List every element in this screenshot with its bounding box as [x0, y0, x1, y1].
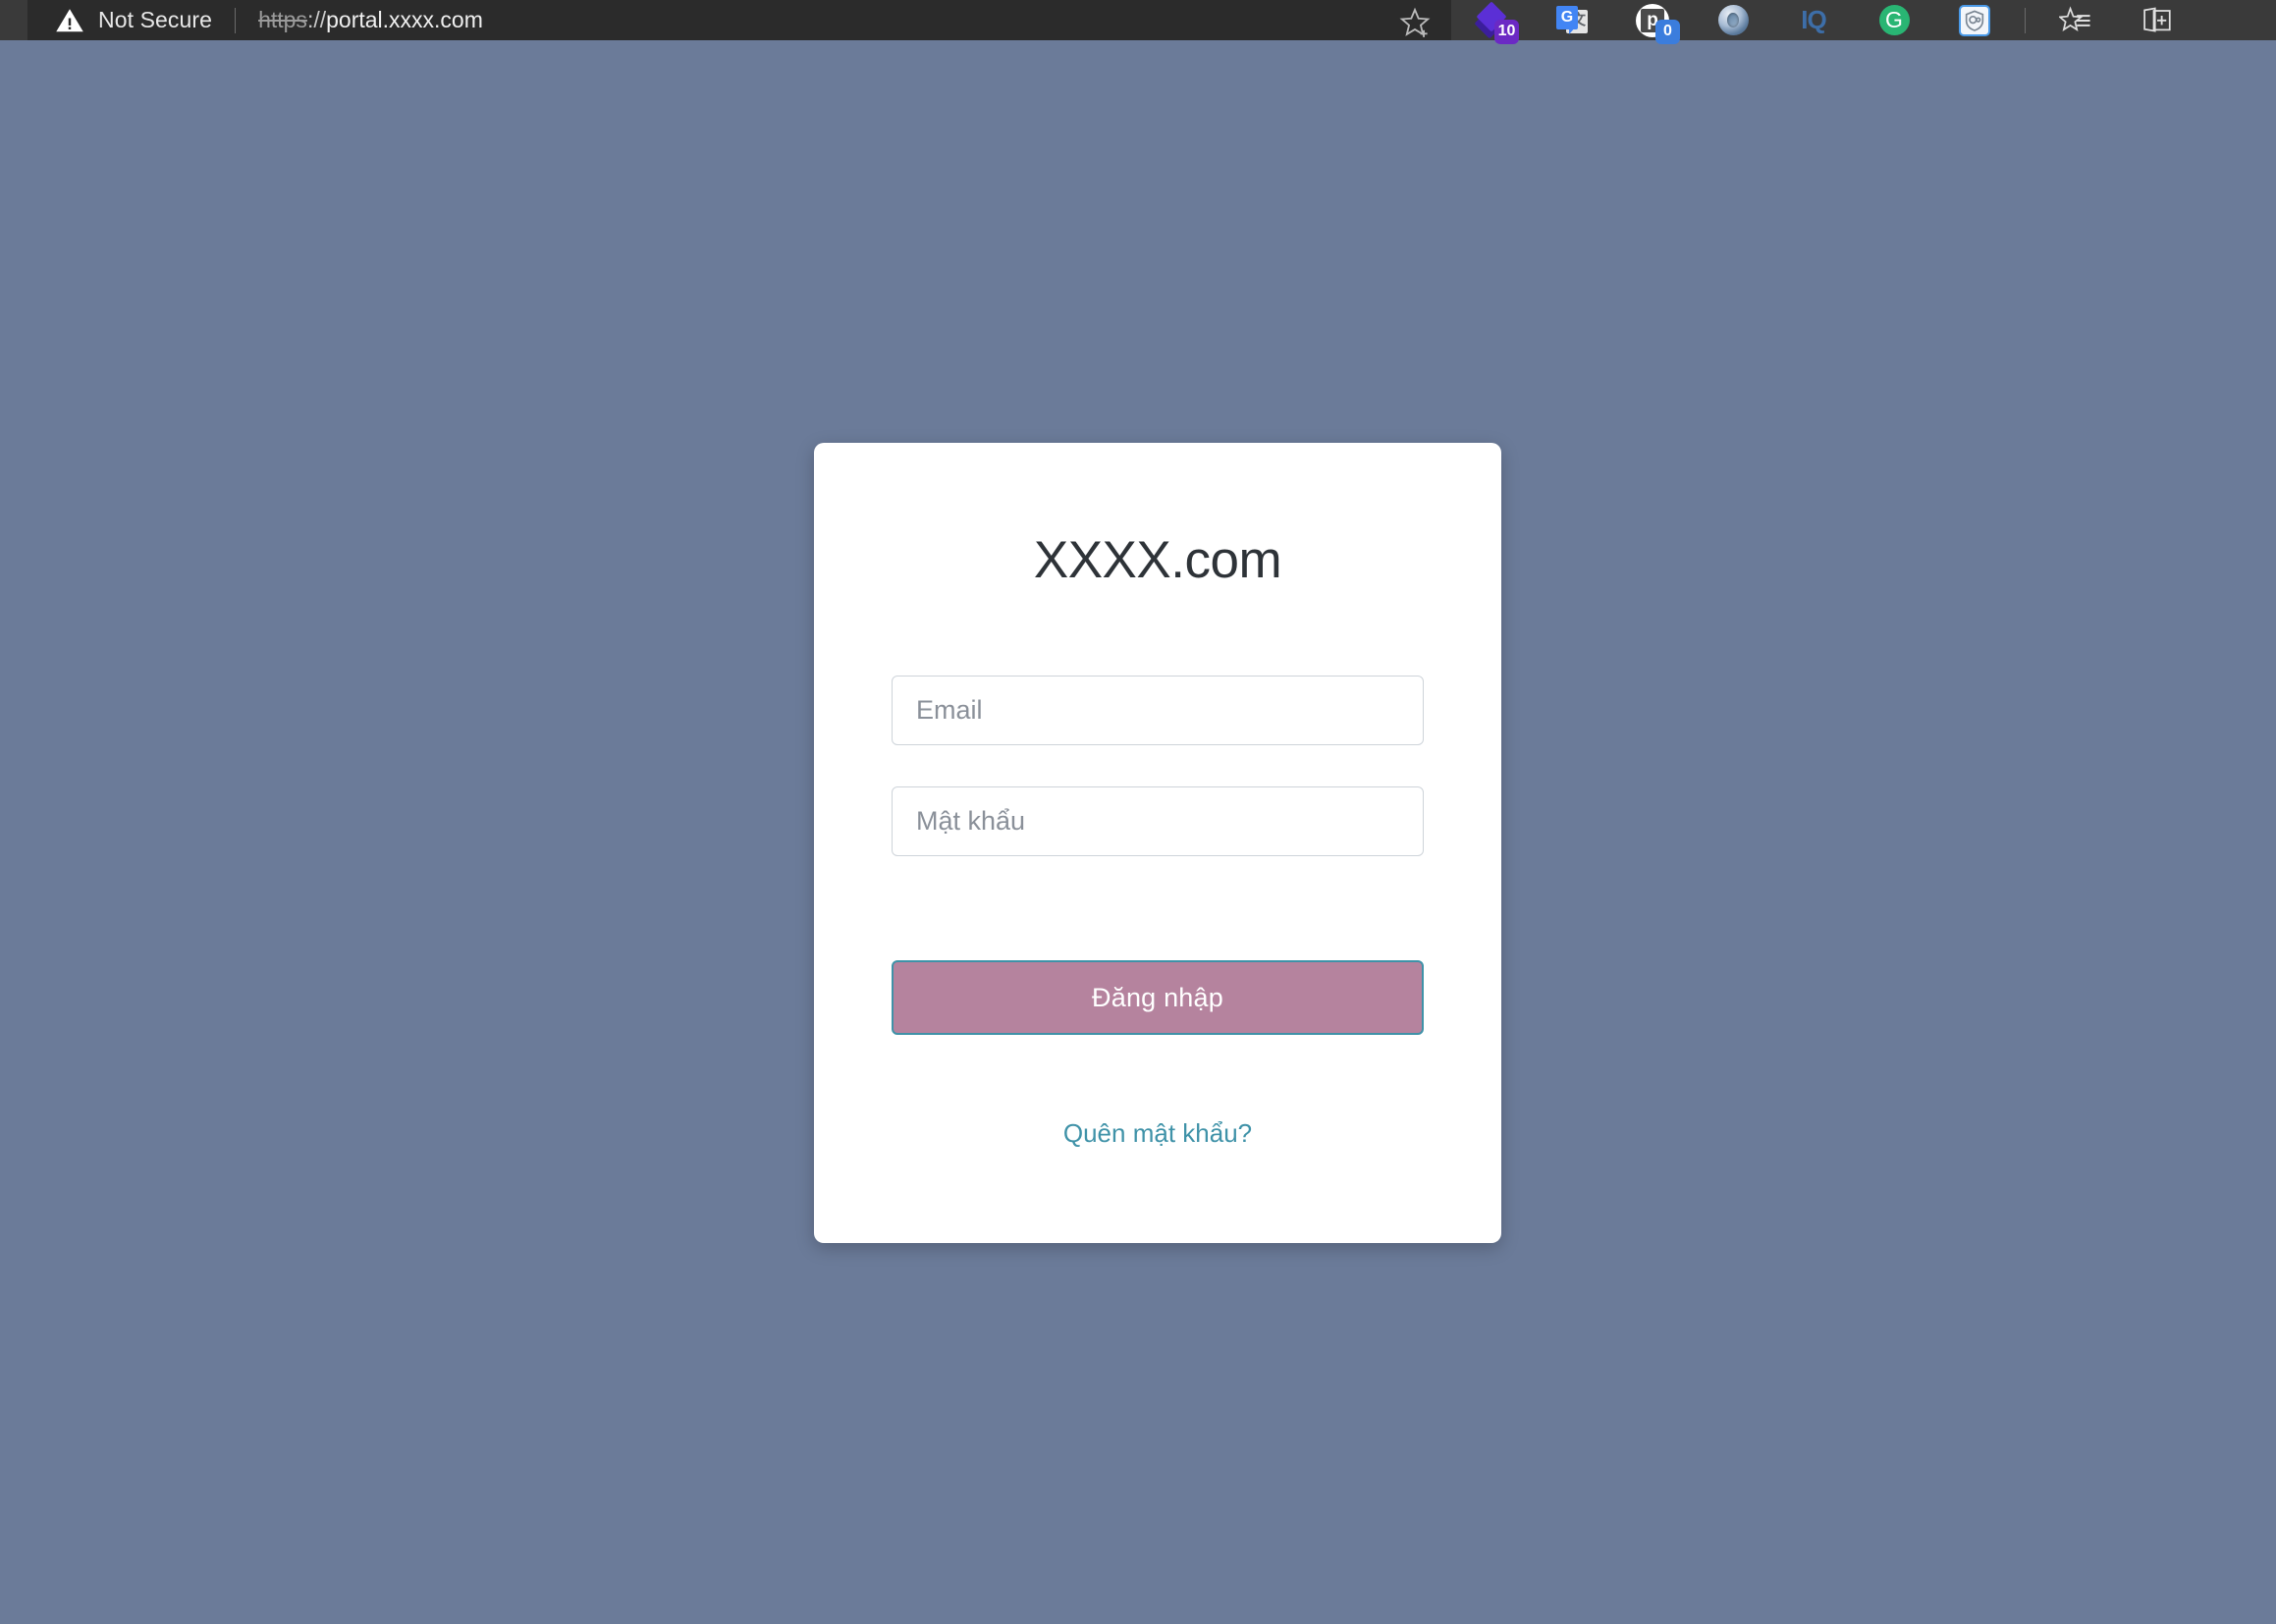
star-plus-icon[interactable]: [1398, 6, 1432, 39]
security-status-label: Not Secure: [98, 7, 213, 32]
iq-extension-icon[interactable]: IQ: [1797, 4, 1830, 37]
url-scheme: https: [258, 7, 307, 32]
address-bar[interactable]: Not Secure https://portal.xxxx.com: [27, 0, 1451, 40]
page-title: XXXX.com: [1033, 531, 1282, 589]
privacy-shield-icon[interactable]: [1958, 4, 1991, 37]
login-card: XXXX.com Đăng nhập Quên mật khẩu?: [814, 443, 1501, 1243]
address-bar-divider: [235, 7, 237, 33]
google-translate-icon[interactable]: 文 G: [1555, 4, 1589, 37]
extensions-tray: 10 文 G p 0 IQ G: [1451, 0, 2196, 44]
stacked-layers-extension-icon[interactable]: 10: [1474, 0, 1519, 44]
url-text[interactable]: https://portal.xxxx.com: [258, 7, 483, 33]
page-viewport: XXXX.com Đăng nhập Quên mật khẩu?: [0, 40, 2276, 1624]
url-separator: ://: [306, 7, 327, 32]
login-button[interactable]: Đăng nhập: [892, 960, 1424, 1035]
favorites-list-icon[interactable]: [2059, 4, 2092, 37]
password-field[interactable]: [892, 786, 1424, 856]
iq-label: IQ: [1801, 5, 1826, 34]
toolbar-divider: [2025, 7, 2026, 33]
collections-icon[interactable]: [2140, 4, 2173, 37]
email-field[interactable]: [892, 676, 1424, 745]
grammarly-icon[interactable]: G: [1877, 4, 1911, 37]
forgot-password-link[interactable]: Quên mật khẩu?: [814, 1118, 1501, 1149]
extension-badge-count: 10: [1494, 19, 1519, 44]
url-host: portal.xxxx.com: [326, 7, 483, 32]
warning-triangle-icon: [55, 6, 84, 35]
browser-toolbar: Not Secure https://portal.xxxx.com 10 文 …: [0, 0, 2276, 44]
pocket-extension-icon[interactable]: p 0: [1636, 3, 1680, 44]
grammarly-letter: G: [1878, 5, 1910, 35]
mendeley-ring-icon[interactable]: [1716, 4, 1750, 37]
extension-badge-count: 0: [1655, 19, 1680, 44]
